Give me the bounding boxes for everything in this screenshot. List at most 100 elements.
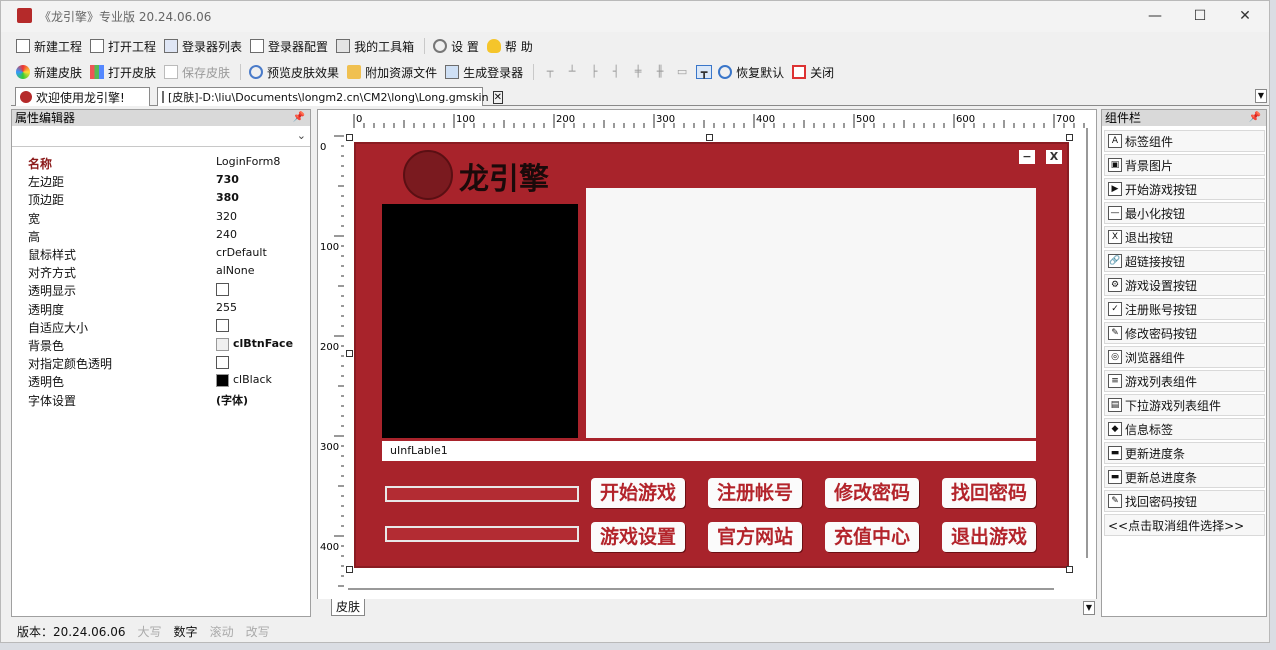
component-item[interactable]: <<点击取消组件选择>>: [1104, 514, 1265, 536]
property-value[interactable]: 730: [216, 173, 239, 186]
align-left-icon[interactable]: ├: [586, 65, 602, 79]
open-skin-button[interactable]: 打开皮肤: [87, 61, 159, 83]
component-item[interactable]: ✎ 修改密码按钮: [1104, 322, 1265, 344]
tab-welcome[interactable]: 欢迎使用龙引擎!: [15, 87, 150, 106]
property-row[interactable]: 自适应大小: [12, 318, 310, 336]
property-value[interactable]: [216, 282, 229, 296]
component-item[interactable]: ✎ 找回密码按钮: [1104, 490, 1265, 512]
property-row[interactable]: 高 240: [12, 227, 310, 245]
login-config-button[interactable]: 登录器配置: [247, 35, 331, 57]
component-item[interactable]: ≡ 游戏列表组件: [1104, 370, 1265, 392]
component-item[interactable]: ▬ 更新总进度条: [1104, 466, 1265, 488]
component-item[interactable]: ▬ 更新进度条: [1104, 442, 1265, 464]
property-value[interactable]: 240: [216, 228, 237, 241]
game-button[interactable]: 注册帐号: [708, 478, 802, 508]
open-project-button[interactable]: 打开工程: [87, 35, 159, 57]
component-item[interactable]: ◆ 信息标签: [1104, 418, 1265, 440]
component-item[interactable]: ▣ 背景图片: [1104, 154, 1265, 176]
game-button[interactable]: 修改密码: [825, 478, 919, 508]
horizontal-scrollbar[interactable]: [348, 588, 1054, 590]
component-item[interactable]: ⚙ 游戏设置按钮: [1104, 274, 1265, 296]
login-form-preview[interactable]: 龙引擎 − X uInfLable1 开始游戏 注册帐号 修改密码 找回密码 游戏设置…: [354, 142, 1069, 568]
property-row[interactable]: 宽 320: [12, 209, 310, 227]
component-item[interactable]: A 标签组件: [1104, 130, 1265, 152]
property-row[interactable]: 透明度 255: [12, 300, 310, 318]
property-value[interactable]: [216, 319, 229, 333]
property-row[interactable]: 透明色 clBlack: [12, 372, 310, 390]
property-row[interactable]: 字体设置 (字体): [12, 391, 310, 409]
resize-handle[interactable]: [346, 566, 353, 573]
property-row[interactable]: 左边距 730: [12, 172, 310, 190]
vertical-scrollbar[interactable]: [1086, 128, 1088, 558]
component-item[interactable]: 🔗 超链接按钮: [1104, 250, 1265, 272]
property-value[interactable]: 255: [216, 301, 237, 314]
close-tab-icon[interactable]: ✕: [492, 90, 503, 104]
component-item[interactable]: ✓ 注册账号按钮: [1104, 298, 1265, 320]
same-size-icon[interactable]: ▭: [674, 65, 690, 79]
property-row[interactable]: 对齐方式 alNone: [12, 263, 310, 281]
game-button[interactable]: 游戏设置: [591, 522, 685, 552]
property-value[interactable]: 320: [216, 210, 237, 223]
property-row[interactable]: 鼠标样式 crDefault: [12, 245, 310, 263]
game-button[interactable]: 找回密码: [942, 478, 1036, 508]
login-list-button[interactable]: 登录器列表: [161, 35, 245, 57]
game-button[interactable]: 开始游戏: [591, 478, 685, 508]
bottom-dropdown-icon[interactable]: ▼: [1083, 601, 1095, 615]
attach-resource-button[interactable]: 附加资源文件: [344, 61, 440, 83]
maximize-window-button[interactable]: ☐: [1177, 3, 1223, 29]
resize-handle[interactable]: [706, 134, 713, 141]
pin-icon[interactable]: 📌: [293, 110, 305, 126]
property-value[interactable]: [216, 355, 229, 369]
new-skin-button[interactable]: 新建皮肤: [13, 61, 85, 83]
game-button[interactable]: 官方网站: [708, 522, 802, 552]
property-checkbox[interactable]: [216, 319, 229, 333]
property-checkbox[interactable]: [216, 355, 229, 369]
tab-skin[interactable]: 皮肤: [331, 599, 366, 616]
align-right-icon[interactable]: ┤: [608, 65, 624, 79]
component-item[interactable]: X 退出按钮: [1104, 226, 1265, 248]
property-value[interactable]: clBlack: [216, 373, 272, 387]
property-value[interactable]: alNone: [216, 264, 255, 277]
game-button[interactable]: 充值中心: [825, 522, 919, 552]
form-close-button[interactable]: X: [1046, 150, 1062, 164]
property-checkbox[interactable]: [216, 282, 229, 296]
form-minimize-button[interactable]: −: [1019, 150, 1035, 164]
info-label[interactable]: uInfLable1: [382, 441, 1036, 461]
game-button[interactable]: 退出游戏: [942, 522, 1036, 552]
component-item[interactable]: ▶ 开始游戏按钮: [1104, 178, 1265, 200]
password-input[interactable]: [385, 526, 579, 542]
center-horizontal-icon[interactable]: ╪: [630, 65, 646, 79]
resize-handle[interactable]: [1066, 134, 1073, 141]
component-select[interactable]: ⌄: [12, 126, 310, 147]
preview-skin-button[interactable]: 预览皮肤效果: [246, 61, 342, 83]
black-panel[interactable]: [382, 204, 578, 438]
property-row[interactable]: 顶边距 380: [12, 190, 310, 208]
property-value[interactable]: (字体): [216, 392, 248, 408]
property-value[interactable]: LoginForm8: [216, 155, 280, 168]
property-value[interactable]: 380: [216, 191, 239, 204]
browser-panel[interactable]: [586, 188, 1036, 438]
help-button[interactable]: 帮 助: [484, 35, 536, 57]
center-vertical-icon[interactable]: ╫: [652, 65, 668, 79]
tabs-dropdown-icon[interactable]: ▼: [1255, 89, 1267, 103]
account-input[interactable]: [385, 486, 579, 502]
resize-handle[interactable]: [346, 134, 353, 141]
save-skin-button[interactable]: 保存皮肤: [161, 61, 233, 83]
property-row[interactable]: 对指定颜色透明: [12, 354, 310, 372]
resize-handle[interactable]: [1066, 566, 1073, 573]
close-window-button[interactable]: ✕: [1222, 3, 1268, 29]
generate-launcher-button[interactable]: 生成登录器: [442, 61, 526, 83]
toolbox-button[interactable]: 我的工具箱: [333, 35, 417, 57]
property-row[interactable]: 名称 LoginForm8: [12, 154, 310, 172]
close-skin-button[interactable]: 关闭: [789, 61, 837, 83]
property-value[interactable]: crDefault: [216, 246, 267, 259]
resize-handle[interactable]: [346, 350, 353, 357]
component-item[interactable]: ▤ 下拉游戏列表组件: [1104, 394, 1265, 416]
property-row[interactable]: 透明显示: [12, 281, 310, 299]
align-bottom-icon[interactable]: ┴: [564, 65, 580, 79]
component-item[interactable]: ◎ 浏览器组件: [1104, 346, 1265, 368]
minimize-window-button[interactable]: —: [1132, 3, 1178, 29]
restore-default-button[interactable]: 恢复默认: [715, 61, 787, 83]
property-value[interactable]: clBtnFace: [216, 337, 293, 351]
property-row[interactable]: 背景色 clBtnFace: [12, 336, 310, 354]
